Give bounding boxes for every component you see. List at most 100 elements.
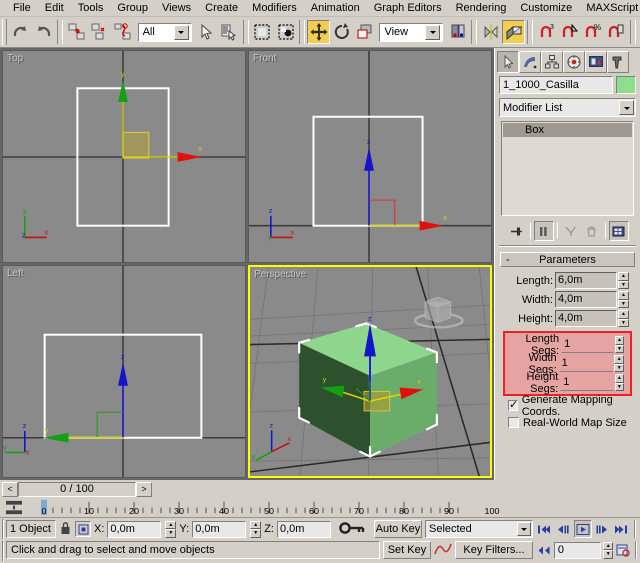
menu-graph-editors[interactable]: Graph Editors: [367, 1, 449, 16]
parameters-rollout-header[interactable]: - Parameters: [500, 252, 635, 267]
go-to-start-button[interactable]: [535, 520, 553, 538]
width-segs-spinner[interactable]: ▲▼: [614, 355, 624, 372]
mirror-button[interactable]: [479, 20, 502, 44]
auto-key-button[interactable]: Auto Key: [374, 520, 422, 538]
current-frame-input[interactable]: 0: [554, 542, 601, 559]
chevron-down-icon-status[interactable]: [517, 522, 531, 536]
snaps-toggle-button[interactable]: 3: [535, 20, 558, 44]
bind-to-space-warp-button[interactable]: [111, 20, 134, 44]
generate-mapping-coords-row[interactable]: Generate Mapping Coords.: [500, 396, 635, 413]
rollout-collapse-icon[interactable]: -: [506, 254, 510, 266]
spinner-snap-toggle-button[interactable]: [605, 20, 628, 44]
modifier-stack[interactable]: Box: [501, 121, 634, 216]
select-by-name-button[interactable]: [218, 20, 241, 44]
stack-item-box[interactable]: Box: [503, 123, 632, 137]
tab-utilities[interactable]: [607, 51, 629, 73]
x-coordinate-field[interactable]: 0,0m: [107, 521, 161, 538]
window-crossing-button[interactable]: [274, 20, 297, 44]
menu-group[interactable]: Group: [110, 1, 155, 16]
current-frame-spinner[interactable]: ▲▼: [603, 542, 613, 559]
height-segs-field[interactable]: 1: [560, 374, 613, 391]
pin-stack-button[interactable]: [507, 221, 527, 241]
object-color-swatch[interactable]: [616, 76, 636, 94]
y-spinner[interactable]: ▲▼: [250, 521, 261, 538]
menu-edit[interactable]: Edit: [38, 1, 71, 16]
tab-create[interactable]: [497, 51, 519, 73]
toolbar-grip[interactable]: [2, 19, 7, 45]
tab-hierarchy[interactable]: [541, 51, 563, 73]
undo-button[interactable]: [9, 20, 32, 44]
align-button[interactable]: [502, 20, 525, 44]
chevron-down-icon-modifier[interactable]: [619, 100, 634, 115]
z-coordinate-field[interactable]: 0,0m: [277, 521, 331, 538]
reference-coordinate-system-combo[interactable]: View: [379, 23, 443, 42]
key-mode-toggle-button[interactable]: [535, 541, 553, 559]
rectangular-select-region-button[interactable]: [251, 20, 274, 44]
menu-tools[interactable]: Tools: [71, 1, 111, 16]
menu-maxscript[interactable]: MAXScript: [579, 1, 640, 16]
show-end-result-button[interactable]: [534, 221, 554, 241]
length-spinner[interactable]: ▲▼: [618, 272, 629, 289]
x-spinner[interactable]: ▲▼: [165, 521, 176, 538]
timeline-next-button[interactable]: >: [136, 482, 152, 497]
play-animation-button[interactable]: [574, 520, 592, 538]
key-filters-button[interactable]: Key Filters...: [455, 541, 533, 559]
key-mode-toggle-icon[interactable]: [337, 520, 367, 539]
tab-modify[interactable]: [519, 51, 541, 73]
width-spinner[interactable]: ▲▼: [618, 291, 629, 308]
select-object-button[interactable]: [195, 20, 218, 44]
viewport-front[interactable]: Front z x z: [248, 50, 492, 263]
modifier-list-combo[interactable]: Modifier List: [499, 98, 636, 117]
height-field[interactable]: 4,0m: [555, 310, 617, 327]
height-spinner[interactable]: ▲▼: [618, 310, 629, 327]
set-key-button[interactable]: Set Key: [383, 541, 431, 559]
length-segs-field[interactable]: 1: [561, 336, 614, 353]
viewport-perspective[interactable]: Perspective: [248, 265, 492, 478]
chevron-down-icon[interactable]: [174, 25, 189, 40]
frame-counter[interactable]: 0 / 100: [18, 482, 136, 497]
configure-modifier-sets-button[interactable]: [609, 221, 629, 241]
timeline-prev-button[interactable]: <: [2, 482, 18, 497]
menu-customize[interactable]: Customize: [513, 1, 579, 16]
menu-create[interactable]: Create: [198, 1, 245, 16]
redo-button[interactable]: [32, 20, 55, 44]
go-to-end-button[interactable]: [612, 520, 630, 538]
object-name-input[interactable]: 1_1000_Casilla: [499, 76, 613, 94]
real-world-map-size-checkbox[interactable]: [508, 417, 519, 428]
real-world-map-size-row[interactable]: Real-World Map Size: [500, 413, 635, 430]
angle-snap-toggle-button[interactable]: [558, 20, 581, 44]
time-ruler[interactable]: 0 102030 405060 708090 100: [0, 498, 640, 518]
menu-animation[interactable]: Animation: [304, 1, 367, 16]
tab-display[interactable]: [585, 51, 607, 73]
unlink-selection-button[interactable]: [88, 20, 111, 44]
use-pivot-point-center-button[interactable]: [446, 20, 469, 44]
select-and-rotate-button[interactable]: [330, 20, 353, 44]
select-and-link-button[interactable]: [65, 20, 88, 44]
absolute-relative-mode-button[interactable]: [75, 521, 91, 537]
tab-motion[interactable]: [563, 51, 585, 73]
height-segs-spinner[interactable]: ▲▼: [615, 374, 624, 391]
percent-snap-toggle-button[interactable]: %: [582, 20, 605, 44]
previous-frame-button[interactable]: [554, 520, 572, 538]
generate-mapping-coords-checkbox[interactable]: [508, 400, 518, 411]
length-segs-spinner[interactable]: ▲▼: [615, 336, 624, 353]
viewport-top[interactable]: Top y x y x: [2, 50, 246, 263]
time-configuration-button[interactable]: [614, 541, 632, 559]
selection-filter-combo-status[interactable]: Selected: [425, 520, 533, 538]
selection-filter-combo[interactable]: All: [138, 23, 192, 42]
chevron-down-icon-2[interactable]: [425, 25, 440, 40]
selection-lock-icon[interactable]: [59, 520, 72, 539]
select-and-move-button[interactable]: [307, 20, 330, 44]
menu-modifiers[interactable]: Modifiers: [245, 1, 304, 16]
y-coordinate-field[interactable]: 0,0m: [192, 521, 246, 538]
menu-rendering[interactable]: Rendering: [449, 1, 514, 16]
width-segs-field[interactable]: 1: [559, 355, 614, 372]
menu-views[interactable]: Views: [155, 1, 198, 16]
key-curve-icon[interactable]: [434, 541, 452, 560]
menu-file[interactable]: File: [6, 1, 38, 16]
length-field[interactable]: 6,0m: [555, 272, 617, 289]
select-and-scale-button[interactable]: [353, 20, 376, 44]
make-unique-button[interactable]: [561, 221, 581, 241]
width-field[interactable]: 4,0m: [555, 291, 617, 308]
next-frame-button[interactable]: [593, 520, 611, 538]
